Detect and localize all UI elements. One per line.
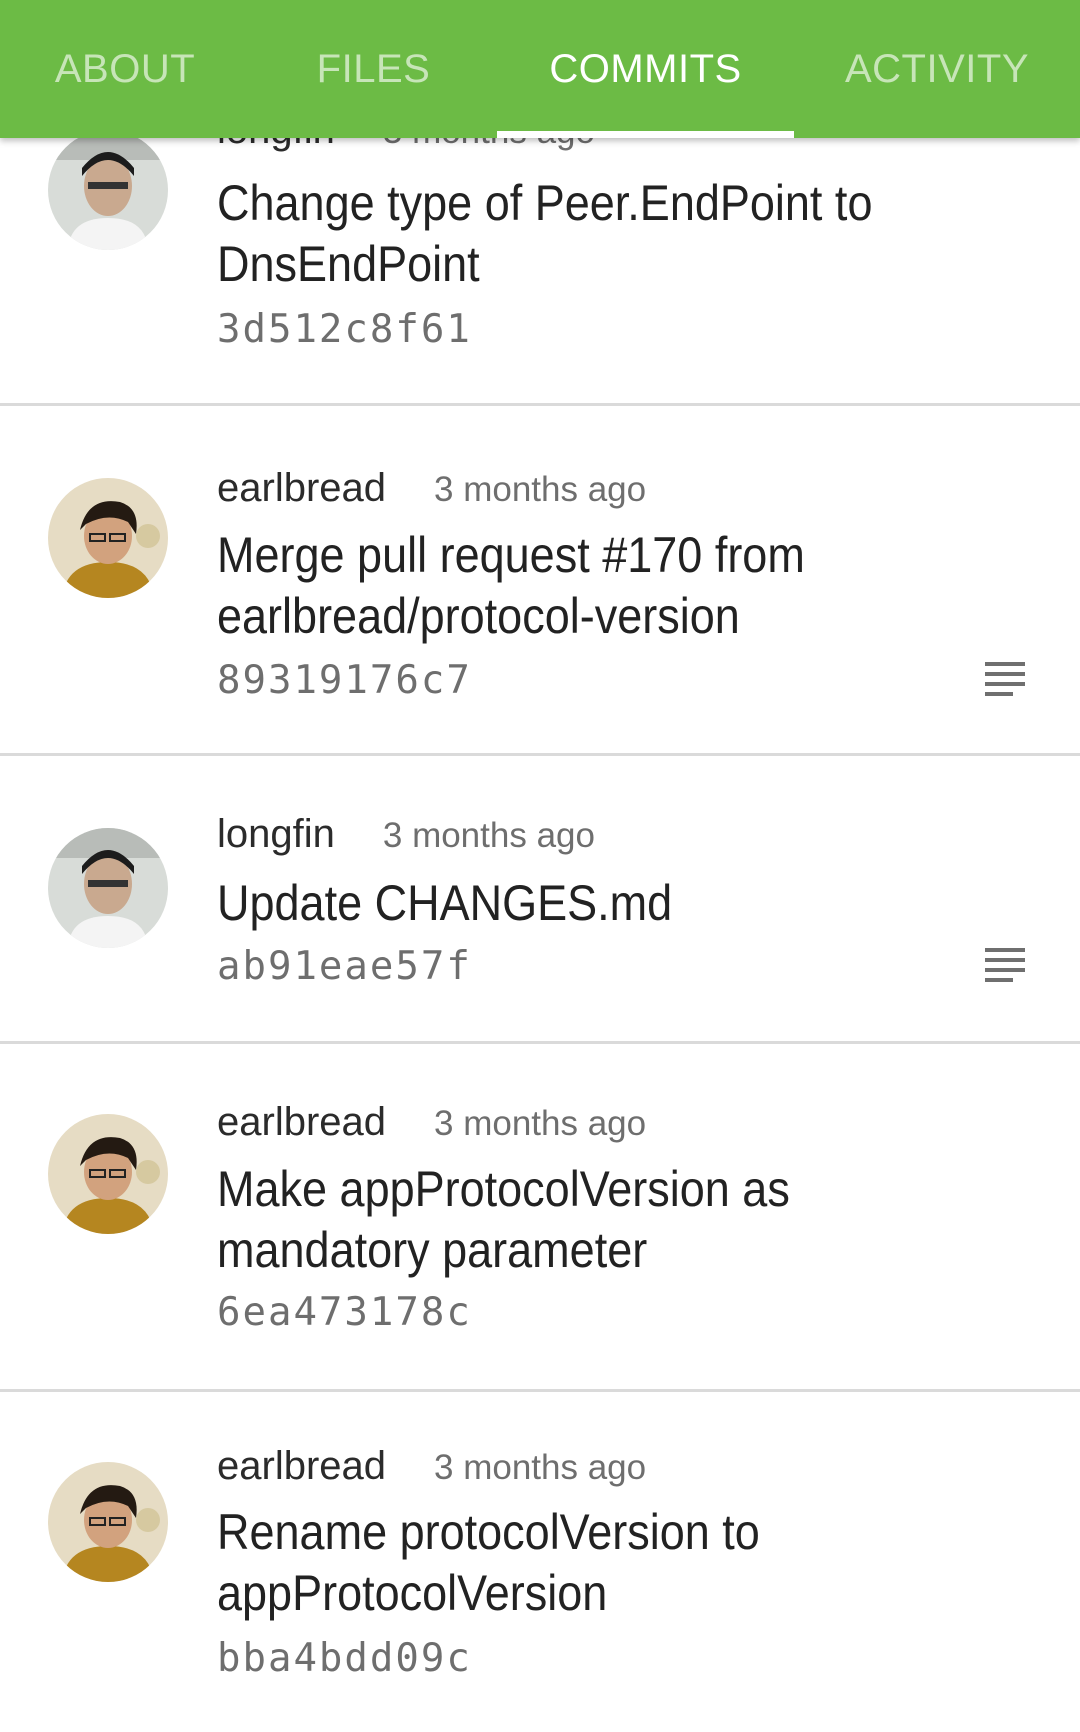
commit-sha[interactable]: 89319176c7 — [217, 658, 472, 703]
commit-meta: earlbread 3 months ago — [217, 466, 646, 511]
commit-row[interactable]: earlbread 3 months ago Rename protocolVe… — [0, 1392, 1080, 1732]
commit-sha[interactable]: ab91eae57f — [217, 944, 472, 989]
commit-sha[interactable]: 3d512c8f61 — [217, 307, 472, 352]
description-icon[interactable] — [985, 948, 1025, 984]
commit-author[interactable]: earlbread — [217, 1444, 386, 1489]
description-icon[interactable] — [985, 662, 1025, 698]
commit-author[interactable]: earlbread — [217, 466, 386, 511]
commit-message[interactable]: Merge pull request #170 from earlbread/p… — [217, 525, 937, 647]
active-tab-indicator — [497, 131, 794, 138]
tab-activity[interactable]: ACTIVITY — [794, 0, 1080, 138]
tab-about[interactable]: ABOUT — [0, 0, 250, 138]
commit-row[interactable]: earlbread 3 months ago Make appProtocolV… — [0, 1044, 1080, 1392]
commit-meta: earlbread 3 months ago — [217, 1444, 646, 1489]
commit-row[interactable]: earlbread 3 months ago Merge pull reques… — [0, 406, 1080, 756]
commit-sha[interactable]: bba4bdd09c — [217, 1636, 472, 1681]
commit-time: 3 months ago — [382, 816, 595, 855]
commit-row[interactable]: longfin 3 months ago Update CHANGES.md a… — [0, 756, 1080, 1044]
author-avatar[interactable] — [48, 828, 168, 948]
commit-message[interactable]: Make appProtocolVersion as mandatory par… — [217, 1159, 937, 1281]
commit-time: 3 months ago — [434, 470, 647, 509]
earlbread-avatar-image — [48, 478, 168, 598]
commit-sha[interactable]: 6ea473178c — [217, 1290, 472, 1335]
longfin-avatar-image — [48, 130, 168, 250]
earlbread-avatar-image — [48, 1462, 168, 1582]
commit-author[interactable]: longfin — [217, 812, 335, 857]
author-avatar[interactable] — [48, 478, 168, 598]
commit-message[interactable]: Rename protocolVersion to appProtocolVer… — [217, 1502, 937, 1624]
commit-author[interactable]: earlbread — [217, 1100, 386, 1145]
earlbread-avatar-image — [48, 1114, 168, 1234]
longfin-avatar-image — [48, 828, 168, 948]
commit-meta: longfin 3 months ago — [217, 812, 595, 857]
commit-message[interactable]: Update CHANGES.md — [217, 873, 937, 934]
commit-time: 3 months ago — [434, 1104, 647, 1143]
author-avatar[interactable] — [48, 130, 168, 250]
tab-files[interactable]: FILES — [250, 0, 497, 138]
commit-meta: earlbread 3 months ago — [217, 1100, 646, 1145]
author-avatar[interactable] — [48, 1114, 168, 1234]
tab-bar: ABOUT FILES COMMITS ACTIVITY — [0, 0, 1080, 138]
author-avatar[interactable] — [48, 1462, 168, 1582]
commit-time: 3 months ago — [434, 1448, 647, 1487]
tab-commits[interactable]: COMMITS — [497, 0, 794, 138]
commit-message[interactable]: Change type of Peer.EndPoint to DnsEndPo… — [217, 173, 937, 295]
